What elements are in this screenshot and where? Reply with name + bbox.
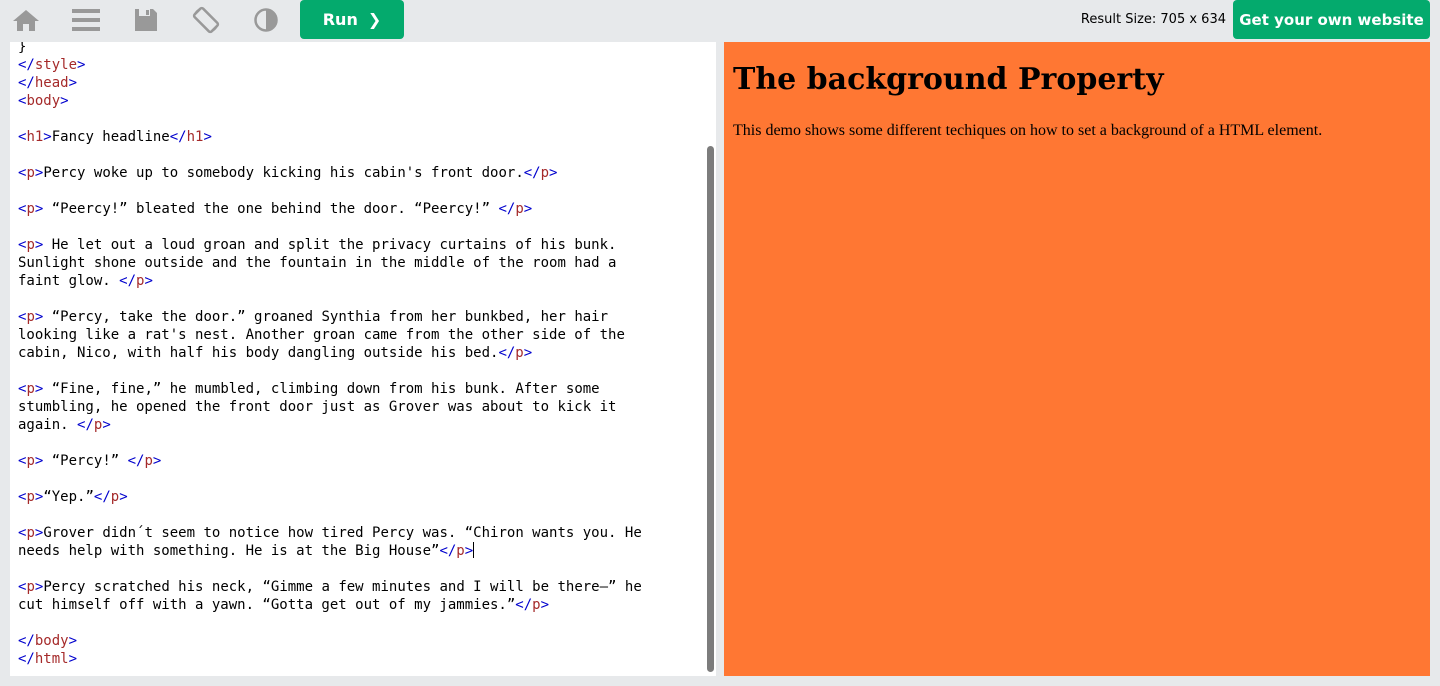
code-line: <h1>Fancy headline</h1> <box>18 129 212 145</box>
code-line: <p> “Peercy!” bleated the one behind the… <box>18 201 533 217</box>
chevron-right-icon: ❯ <box>367 10 382 29</box>
code-line: <p>“Yep.”</p> <box>18 489 128 505</box>
code-line: </head> <box>18 75 78 91</box>
rotate-icon[interactable] <box>191 6 221 34</box>
code-line: <body> <box>18 93 69 109</box>
code-line: faint glow. </p> <box>18 273 153 289</box>
code-line: cabin, Nico, with half his body dangling… <box>18 345 533 361</box>
run-button[interactable]: Run ❯ <box>300 0 404 39</box>
code-editor[interactable]: } </style> </head> <body> <h1>Fancy headlin… <box>10 42 716 676</box>
editor-scrollbar-thumb[interactable] <box>707 146 714 672</box>
code-line: stumbling, he opened the front door just… <box>18 399 617 415</box>
code-line: looking like a rat's nest. Another groan… <box>18 327 625 343</box>
get-your-own-website-button[interactable]: Get your own website <box>1233 0 1430 39</box>
run-label: Run <box>322 10 358 29</box>
code-line: <p>Percy scratched his neck, “Gimme a fe… <box>18 579 642 595</box>
result-frame: The background Property This demo shows … <box>724 42 1430 676</box>
text-cursor <box>473 542 475 558</box>
code-line: </style> <box>18 57 86 73</box>
code-line: } <box>18 42 27 55</box>
code-line: needs help with something. He is at the … <box>18 542 475 559</box>
code-line: <p> He let out a loud groan and split th… <box>18 237 617 253</box>
code-line: <p> “Percy!” </p> <box>18 453 162 469</box>
code-line: <p>Percy woke up to somebody kicking his… <box>18 165 558 181</box>
editor-scrollbar[interactable] <box>704 42 716 676</box>
home-icon[interactable] <box>11 6 41 34</box>
code-line: Sunlight shone outside and the fountain … <box>18 255 617 271</box>
code-line: again. </p> <box>18 417 111 433</box>
code-content[interactable]: } </style> </head> <body> <h1>Fancy headlin… <box>18 42 642 668</box>
result-paragraph: This demo shows some different techiques… <box>733 122 1323 139</box>
menu-icon[interactable] <box>71 6 101 34</box>
result-size: Result Size: 705 x 634 <box>1080 12 1226 27</box>
code-line: <p> “Percy, take the door.” groaned Synt… <box>18 309 609 325</box>
code-line: <p>Grover didn´t seem to notice how tire… <box>18 525 642 541</box>
theme-icon[interactable] <box>251 6 281 34</box>
code-line: cut himself off with a yawn. “Gotta get … <box>18 597 550 613</box>
result-heading: The background Property <box>733 62 1164 97</box>
toolbar: Run ❯ Result Size: 705 x 634 Get your ow… <box>0 0 1440 42</box>
code-line: </html> <box>18 651 78 667</box>
code-line: <p> “Fine, fine,” he mumbled, climbing d… <box>18 381 600 397</box>
code-line: </body> <box>18 633 78 649</box>
save-icon[interactable] <box>131 6 161 34</box>
